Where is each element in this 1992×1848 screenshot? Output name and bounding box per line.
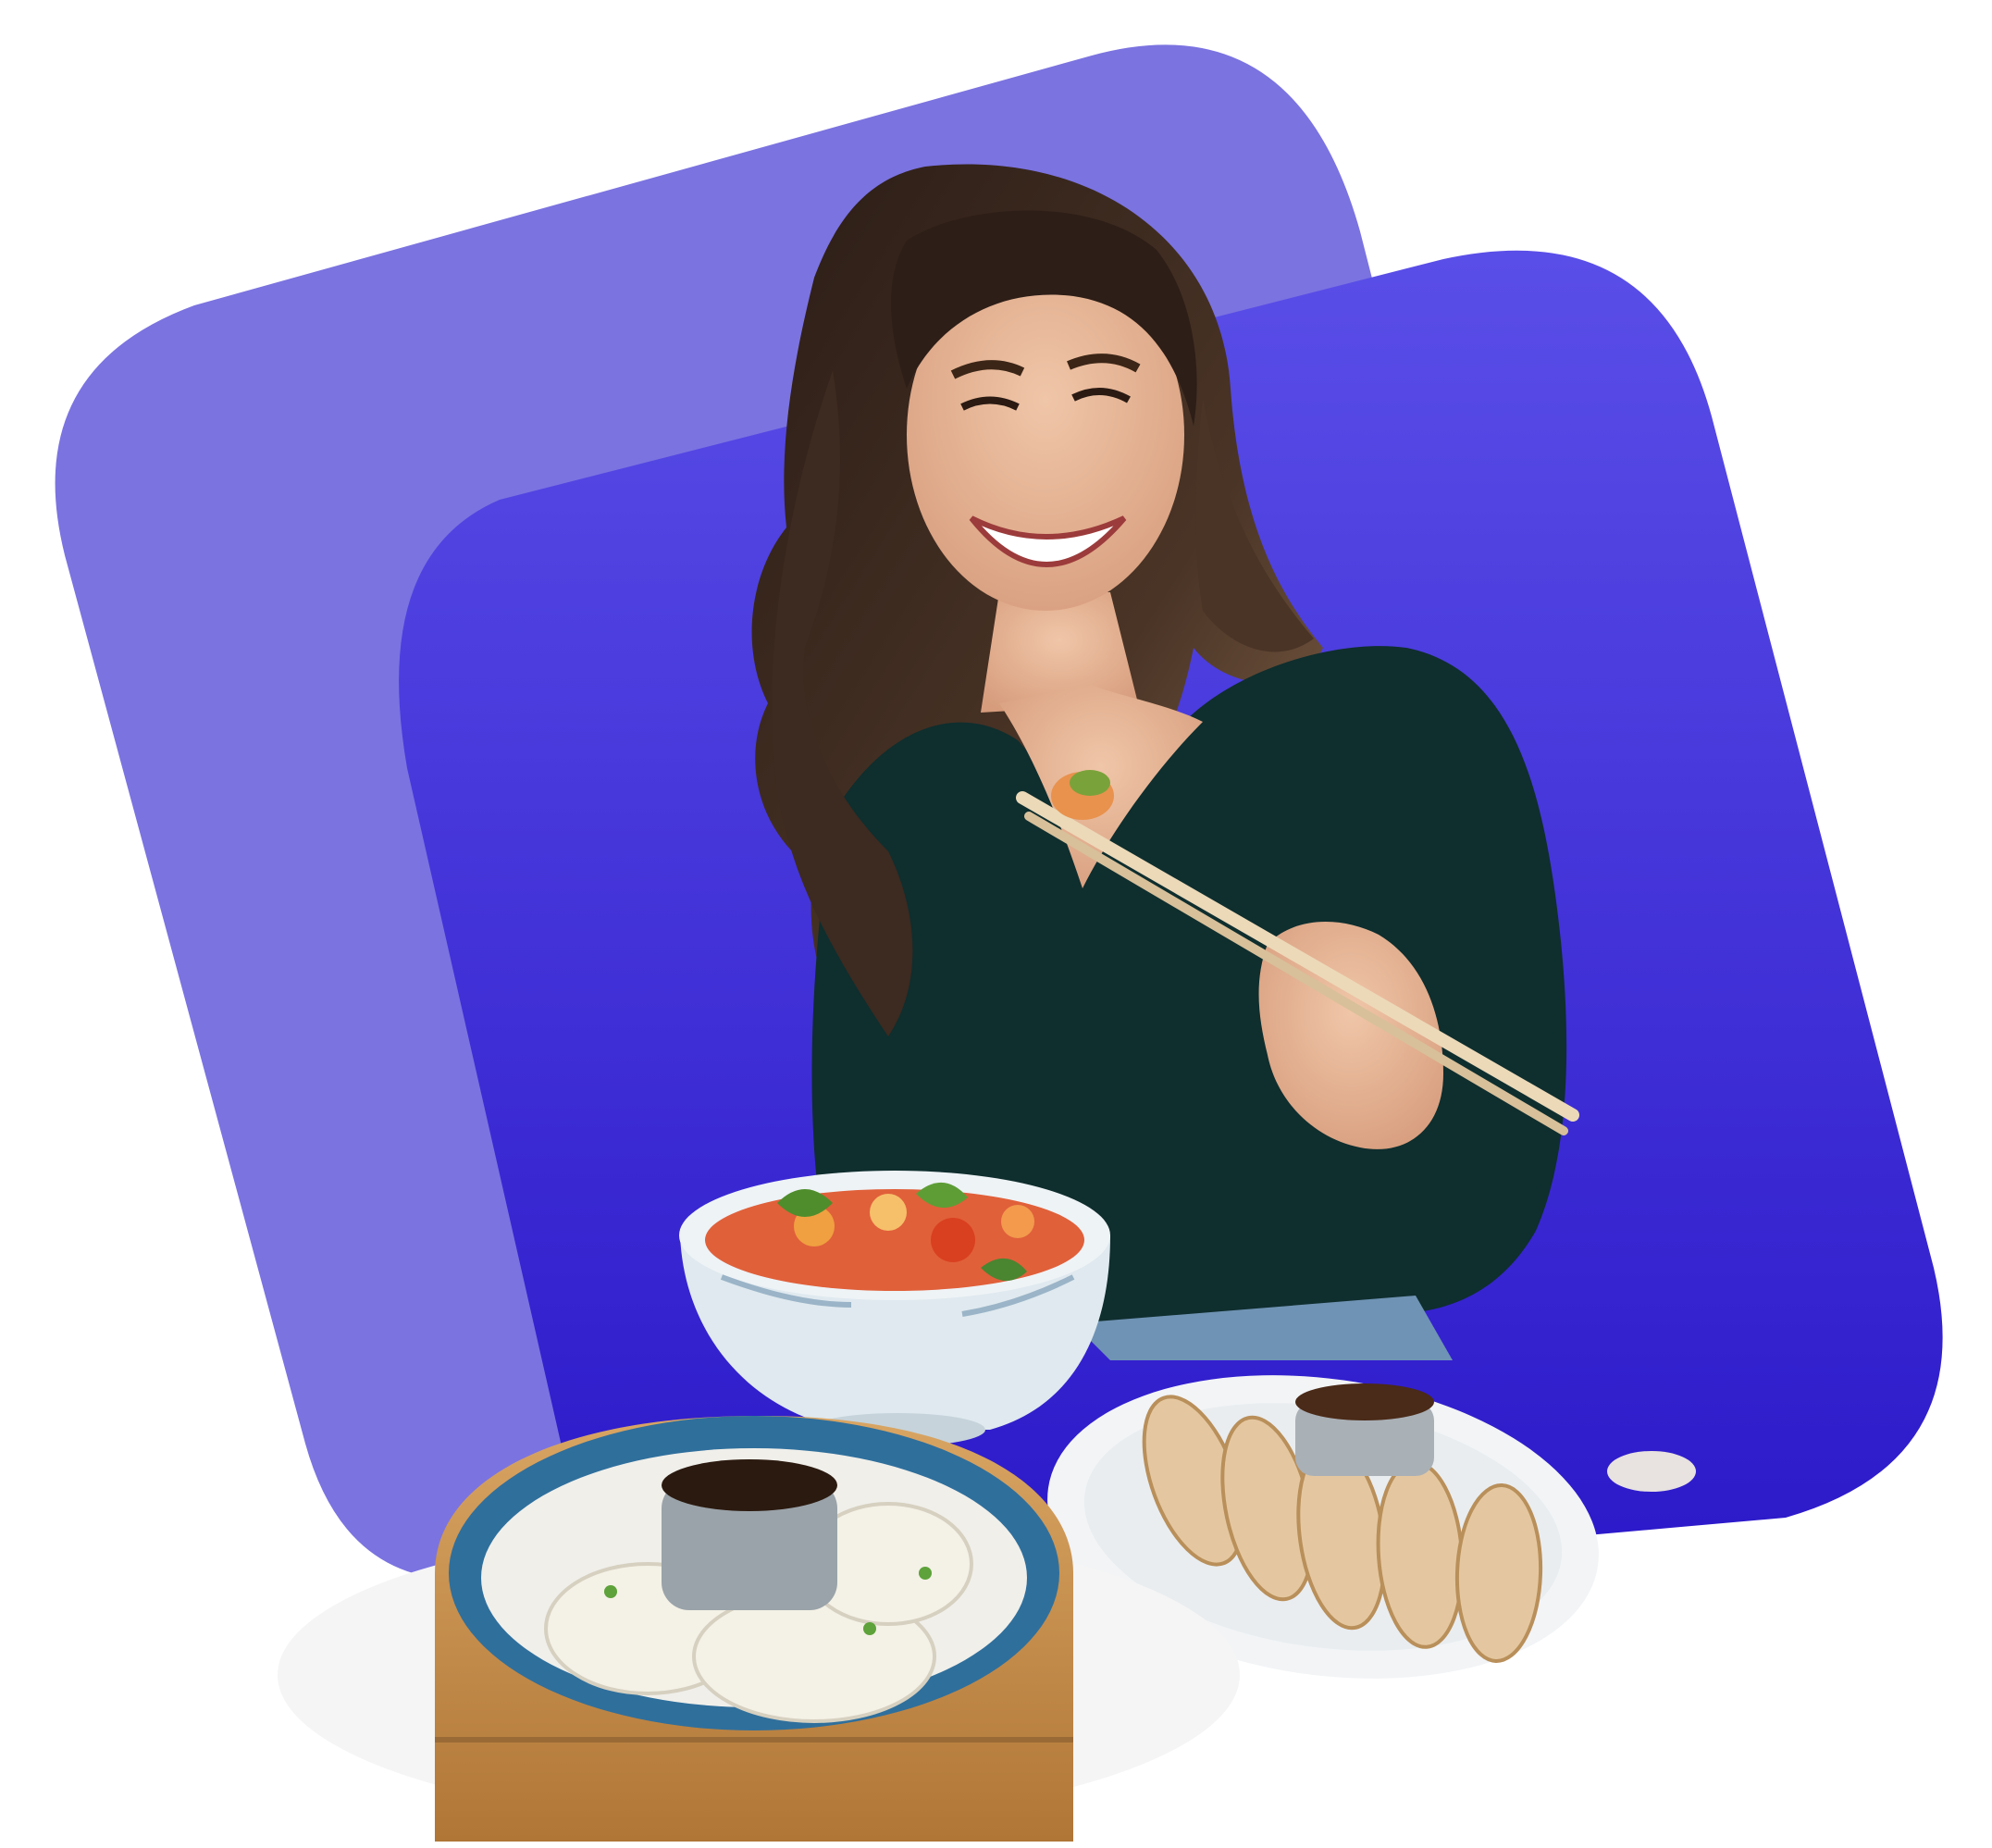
hero-illustration — [55, 44, 1943, 1842]
garnish — [1607, 1451, 1696, 1492]
hero-image — [0, 0, 1992, 1848]
